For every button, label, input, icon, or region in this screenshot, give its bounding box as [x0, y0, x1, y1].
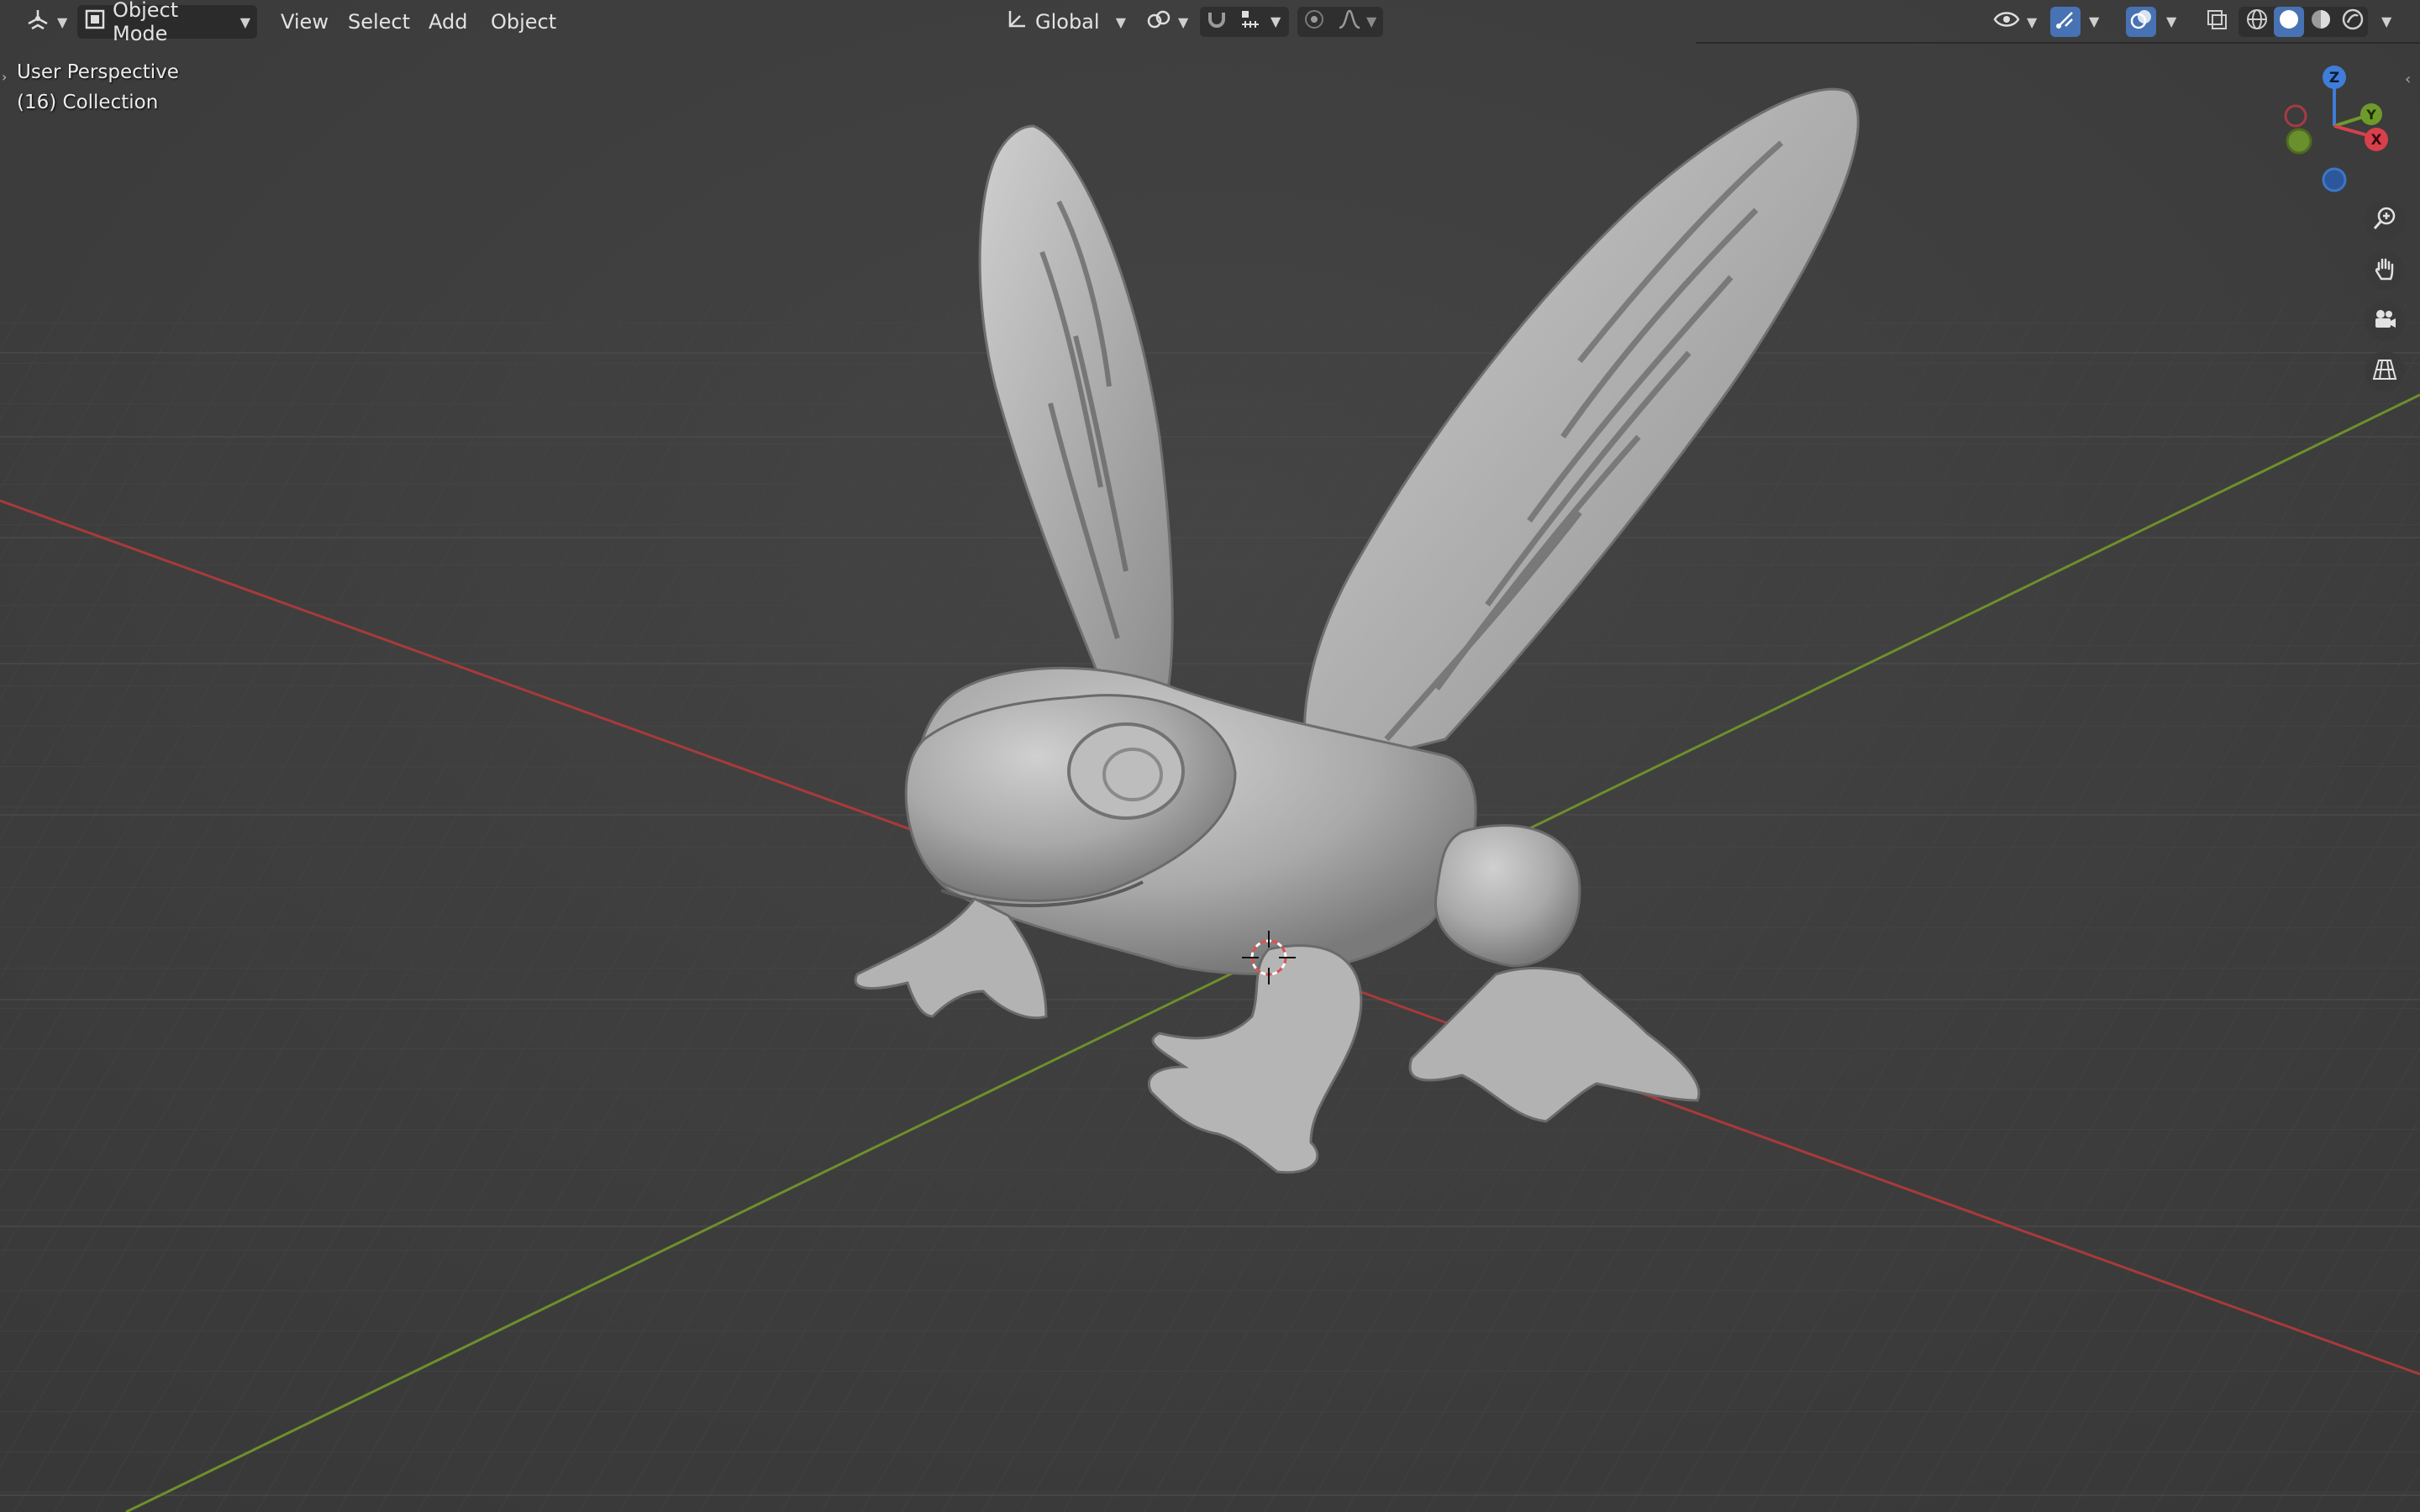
menu-object[interactable]: Object	[482, 5, 565, 39]
orientation-icon	[1005, 8, 1028, 36]
axis-z-label: Z	[2329, 70, 2339, 87]
shading-rendered[interactable]	[2338, 7, 2368, 37]
chevron-down-icon[interactable]: ▼	[2381, 13, 2391, 29]
chevron-down-icon[interactable]: ▼	[1270, 13, 1281, 29]
object-mode-icon	[84, 8, 106, 35]
back-leg	[1434, 824, 1581, 968]
3d-viewport-icon	[25, 7, 50, 37]
pivot-point-button[interactable]: ▼	[1139, 5, 1192, 39]
snap-toggle[interactable]	[1202, 7, 1232, 37]
axis-x-label: X	[2370, 132, 2381, 149]
axis-y-label: Y	[2365, 107, 2376, 123]
proportional-edit-icon	[1302, 8, 1326, 36]
falloff-button[interactable]	[1334, 7, 1365, 37]
solid-icon	[2277, 8, 2301, 36]
overlay-toggle[interactable]	[2126, 7, 2156, 37]
axis-neg-x-handle[interactable]	[2284, 104, 2307, 128]
chevron-down-icon: ▼	[2027, 13, 2038, 30]
viewport-header: ▼ Object Mode ▼ View Select Add Object G…	[0, 0, 2420, 45]
camera-view-button[interactable]	[2365, 301, 2405, 341]
proportional-edit-toggle[interactable]	[1299, 7, 1329, 37]
material-preview-icon	[2309, 8, 2333, 36]
ortho-grid-icon	[2372, 357, 2397, 386]
chevron-down-icon[interactable]: ▼	[2166, 13, 2176, 29]
menu-select[interactable]: Select	[339, 5, 418, 39]
pan-button[interactable]	[2365, 250, 2405, 291]
shading-solid[interactable]	[2274, 7, 2304, 37]
gizmo-toggle[interactable]	[2050, 7, 2081, 37]
ortho-toggle-button[interactable]	[2365, 351, 2405, 391]
falloff-curve-icon	[1338, 8, 1361, 36]
chevron-down-icon[interactable]: ▼	[2089, 13, 2099, 29]
camera-icon	[2372, 307, 2397, 335]
pivot-icon	[1146, 8, 1171, 36]
menu-view[interactable]: View	[272, 5, 337, 39]
menu-add[interactable]: Add	[420, 5, 476, 39]
zoom-button[interactable]	[2365, 200, 2405, 240]
3d-viewport[interactable]: ▼ Object Mode ▼ View Select Add Object G…	[0, 0, 2420, 1512]
frog-eye	[1067, 722, 1185, 820]
wireframe-icon	[2245, 8, 2269, 36]
visibility-button[interactable]: ▼	[1986, 5, 2045, 39]
mode-selector[interactable]: Object Mode ▼	[77, 0, 257, 45]
eye-icon	[1993, 8, 2020, 36]
snap-target-button[interactable]	[1235, 7, 1265, 37]
chevron-down-icon: ▼	[239, 13, 250, 30]
xray-icon	[2205, 8, 2228, 36]
viewport-info: User Perspective (16) Collection	[17, 57, 179, 118]
magnet-icon	[1205, 8, 1228, 36]
shading-material-preview[interactable]	[2306, 7, 2336, 37]
axis-neg-y-handle[interactable]	[2286, 128, 2312, 155]
transform-orientation-selector[interactable]: Global ▼	[998, 5, 1133, 39]
chevron-down-icon: ▼	[1115, 13, 1126, 30]
editor-type-button[interactable]: ▼	[18, 5, 74, 39]
mode-label: Object Mode	[113, 0, 179, 45]
chevron-left-icon[interactable]: ‹	[2405, 71, 2411, 88]
chevron-down-icon: ▼	[57, 13, 68, 30]
gizmo-icon	[2054, 8, 2077, 36]
rendered-icon	[2341, 8, 2365, 36]
zoom-icon	[2372, 206, 2397, 234]
shading-wireframe[interactable]	[2242, 7, 2272, 37]
navigation-gizmo[interactable]: Z Y X	[2269, 59, 2412, 202]
overlay-icon	[2129, 8, 2153, 36]
snap-increment-icon	[1239, 8, 1262, 36]
view-name: User Perspective	[17, 61, 179, 83]
viewport-scene[interactable]	[0, 0, 2420, 1512]
xray-toggle[interactable]	[2202, 7, 2232, 37]
axis-neg-z-handle[interactable]	[2322, 167, 2347, 192]
orientation-label: Global	[1035, 10, 1100, 34]
hand-pan-icon	[2372, 256, 2397, 285]
chevron-down-icon: ▼	[1178, 13, 1189, 30]
chevron-down-icon[interactable]: ▼	[1366, 13, 1376, 29]
chevron-right-icon[interactable]: ›	[2, 69, 7, 85]
collection-name: (16) Collection	[17, 92, 159, 113]
